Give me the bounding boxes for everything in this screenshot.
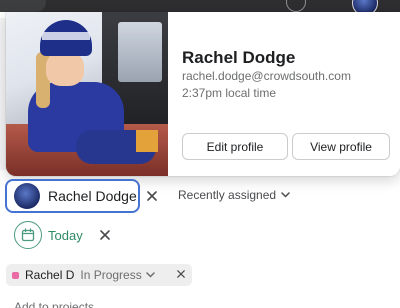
- assignee-chip[interactable]: Rachel Dodge: [5, 179, 140, 213]
- edit-profile-button[interactable]: Edit profile: [182, 133, 288, 160]
- chevron-down-icon: [145, 272, 155, 278]
- remove-project-close-icon[interactable]: [174, 267, 188, 281]
- profile-email: rachel.dodge@crowdsouth.com: [182, 69, 351, 83]
- recently-assigned-dropdown[interactable]: Recently assigned: [178, 188, 290, 202]
- profile-local-time: 2:37pm local time: [182, 86, 277, 100]
- remove-assignee-close-icon[interactable]: [144, 188, 160, 204]
- calendar-icon[interactable]: [14, 221, 42, 249]
- assignee-name: Rachel Dodge: [48, 188, 137, 204]
- chevron-down-icon: [281, 192, 290, 198]
- project-status-dropdown[interactable]: In Progress: [80, 268, 155, 282]
- remove-due-date-close-icon[interactable]: [97, 227, 113, 243]
- project-color-dot: [12, 271, 19, 279]
- view-profile-button[interactable]: View profile: [292, 133, 390, 160]
- due-date-label[interactable]: Today: [48, 228, 83, 243]
- profile-photo: [6, 12, 168, 176]
- project-chip[interactable]: Rachel D In Progress: [6, 264, 192, 286]
- recently-assigned-label: Recently assigned: [178, 188, 277, 202]
- profile-card: Rachel Dodge rachel.dodge@crowdsouth.com…: [6, 12, 400, 176]
- project-status-label: In Progress: [80, 268, 142, 282]
- help-icon[interactable]: [286, 0, 306, 12]
- profile-name: Rachel Dodge: [182, 48, 296, 67]
- add-to-projects-link[interactable]: Add to projects: [14, 300, 94, 308]
- top-bar: [0, 0, 400, 16]
- project-name: Rachel D: [25, 268, 75, 282]
- assignee-avatar: [14, 183, 40, 209]
- search-bar[interactable]: [0, 0, 46, 12]
